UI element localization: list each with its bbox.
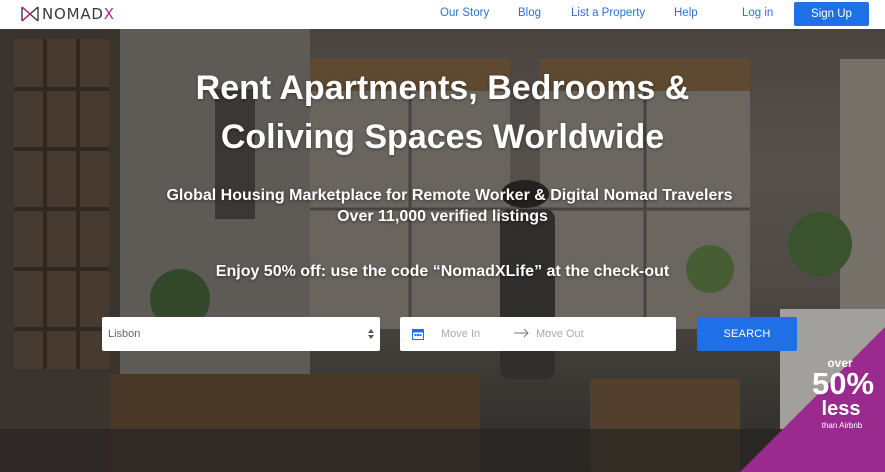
select-arrows-icon: [368, 329, 374, 339]
nav-link-help[interactable]: Help: [674, 7, 698, 19]
hero-subheadline-line1: Global Housing Marketplace for Remote Wo…: [166, 187, 733, 204]
city-select-value: Lisbon: [108, 328, 141, 340]
badge-than-airbnb: than Airbnb: [821, 421, 863, 430]
move-out-input[interactable]: Move Out: [536, 328, 584, 340]
promo-text: Enjoy 50% off: use the code “NomadXLife”…: [215, 263, 670, 280]
logo-mark-icon: [21, 6, 39, 22]
date-range-input[interactable]: Move In Move Out: [400, 317, 676, 351]
signup-button[interactable]: Sign Up: [794, 2, 869, 26]
nav-link-blog[interactable]: Blog: [518, 7, 541, 19]
nav-link-login[interactable]: Log in: [742, 7, 773, 19]
nav-link-list-property[interactable]: List a Property: [571, 7, 645, 19]
navbar: NOMADX Our Story Blog List a Property He…: [0, 0, 885, 29]
move-in-input[interactable]: Move In: [441, 328, 480, 340]
city-select[interactable]: Lisbon: [102, 317, 380, 351]
hero-headline-line1: Rent Apartments, Bedrooms &: [195, 69, 690, 107]
arrow-right-icon: [514, 328, 529, 338]
logo-name: NOMAD: [42, 5, 104, 23]
hero-headline-line2: Coliving Spaces Worldwide: [220, 118, 665, 156]
logo-x: X: [103, 5, 115, 23]
badge-percent: 50%: [811, 366, 875, 401]
logo-text: NOMADX: [42, 5, 115, 23]
logo[interactable]: NOMADX: [21, 4, 115, 24]
nav-link-our-story[interactable]: Our Story: [440, 7, 489, 19]
calendar-icon: [412, 329, 424, 340]
badge-less: less: [821, 398, 861, 420]
hero-subheadline-line2: Over 11,000 verified listings: [337, 208, 548, 225]
